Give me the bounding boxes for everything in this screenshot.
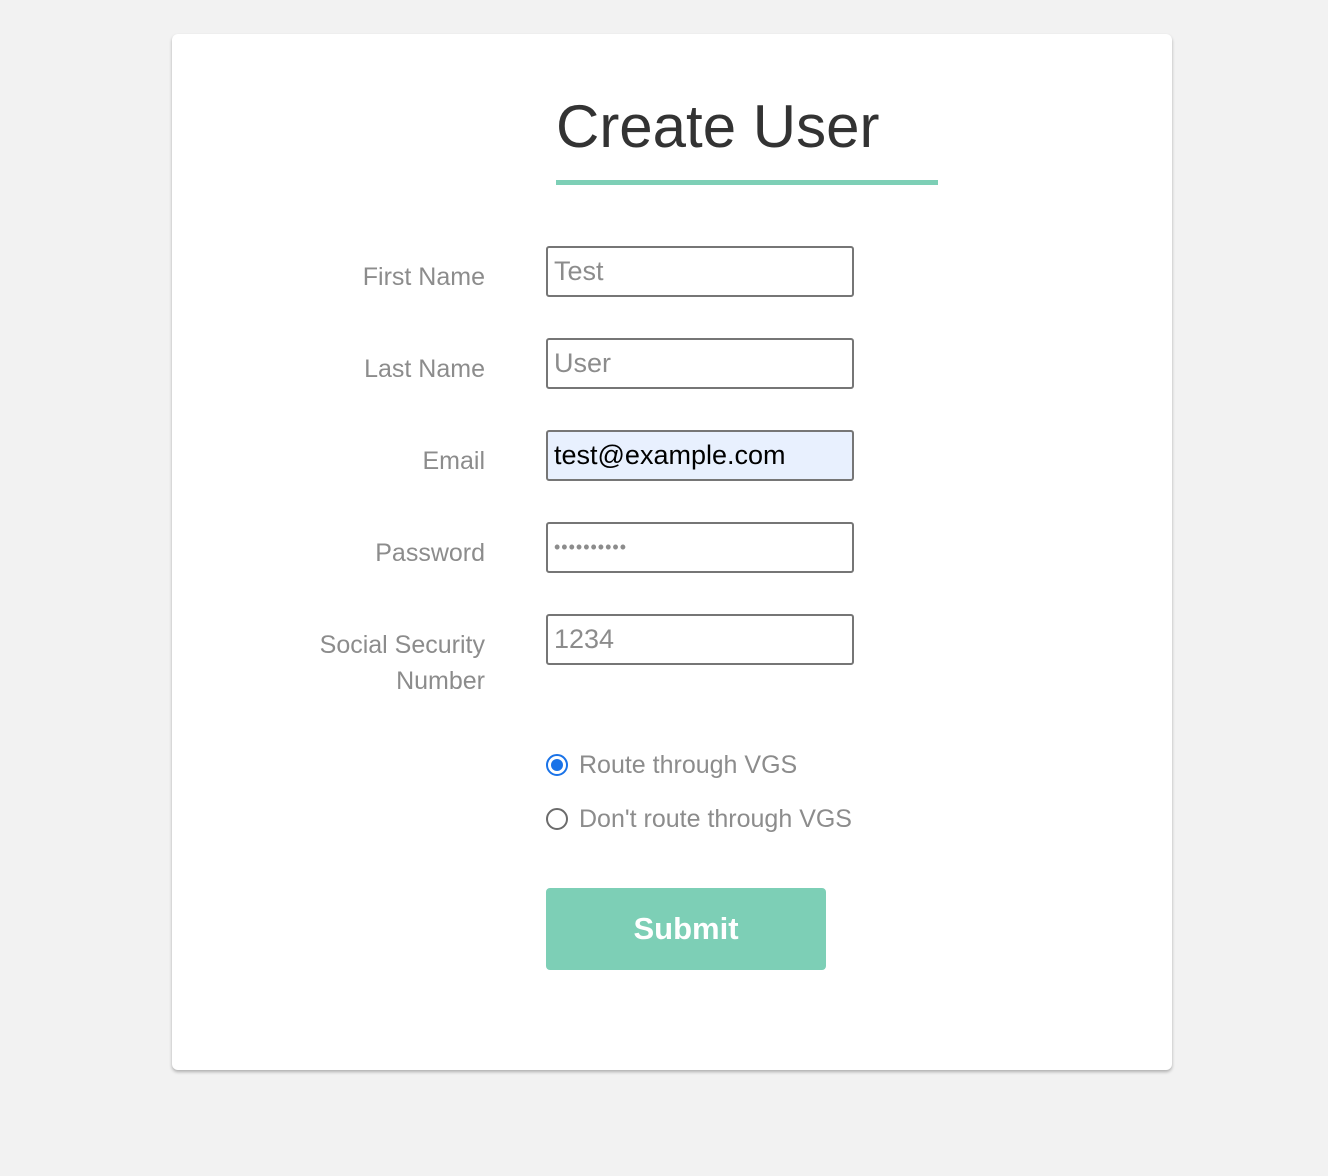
- ssn-label-line1: Social Security: [319, 631, 485, 659]
- ssn-input[interactable]: [546, 614, 854, 665]
- first-name-label: First Name: [362, 263, 485, 291]
- route-option[interactable]: Route through VGS: [546, 750, 797, 780]
- email-label: Email: [422, 447, 485, 475]
- no-route-radio[interactable]: [546, 808, 568, 830]
- title-underline: [556, 180, 938, 185]
- no-route-radio-label: Don't route through VGS: [579, 805, 852, 833]
- ssn-label-line2: Number: [396, 667, 485, 695]
- email-input[interactable]: [546, 430, 854, 481]
- last-name-label: Last Name: [364, 355, 485, 383]
- ssn-label: Social Security Number: [265, 627, 485, 699]
- last-name-input[interactable]: [546, 338, 854, 389]
- page-title: Create User: [556, 93, 880, 160]
- route-radio[interactable]: [546, 754, 568, 776]
- password-input[interactable]: [546, 522, 854, 573]
- password-label: Password: [375, 539, 485, 567]
- route-radio-label: Route through VGS: [579, 751, 798, 779]
- no-route-option[interactable]: Don't route through VGS: [546, 804, 852, 834]
- create-user-card: Create User First Name Last Name Email P…: [172, 34, 1172, 1070]
- submit-button[interactable]: Submit: [546, 888, 826, 970]
- first-name-input[interactable]: [546, 246, 854, 297]
